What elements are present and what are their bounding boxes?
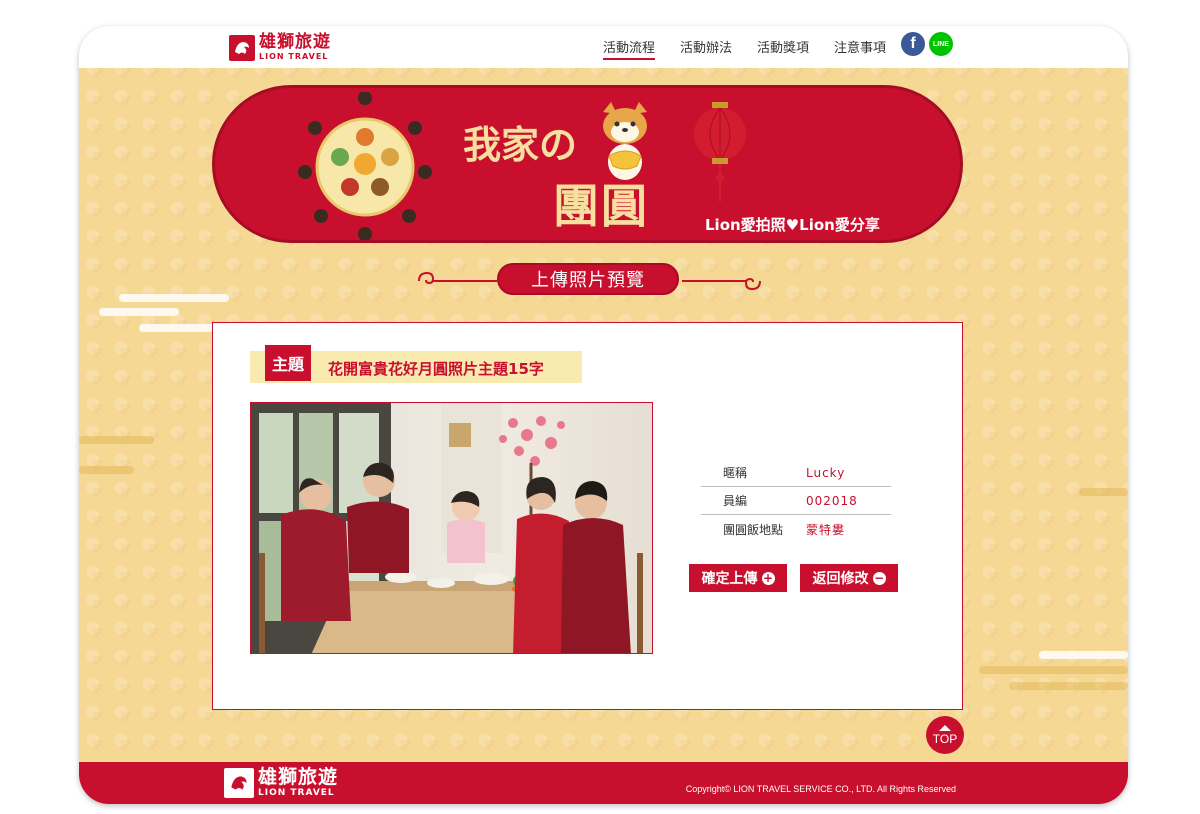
subject-bar: 主題 花開富貴花好月圓照片主題15字 xyxy=(250,345,582,383)
info-value: 002018 xyxy=(806,493,858,508)
cloud-decoration xyxy=(79,436,154,444)
preview-card: 主題 花開富貴花好月圓照片主題15字 暱稱 Lucky 員編 002018 團圓… xyxy=(212,322,963,710)
member-info-table: 暱稱 Lucky 員編 002018 團圓飯地點 蒙特婁 xyxy=(701,459,891,543)
confirm-upload-button[interactable]: 確定上傳 + xyxy=(689,564,787,592)
reunion-table-illustration xyxy=(298,92,432,240)
action-buttons: 確定上傳 + 返回修改 − xyxy=(689,564,898,592)
cloud-decoration xyxy=(99,308,179,316)
back-to-top-button[interactable]: TOP xyxy=(926,716,964,754)
info-row-employee-id: 員編 002018 xyxy=(701,487,891,515)
section-heading: 上傳照片預覽 xyxy=(417,263,762,299)
lion-logo-icon xyxy=(229,34,255,61)
info-label: 暱稱 xyxy=(723,466,748,480)
page-frame: 雄獅旅遊 LION TRAVEL 活動流程 活動辦法 活動獎項 注意事項 f L… xyxy=(79,26,1128,804)
nav-item-process[interactable]: 活動流程 xyxy=(602,37,655,60)
facebook-icon[interactable]: f xyxy=(901,32,925,56)
back-to-edit-label: 返回修改 xyxy=(812,571,869,587)
top-label: TOP xyxy=(932,731,958,746)
info-row-location: 團圓飯地點 蒙特婁 xyxy=(701,515,891,543)
footer: 雄獅旅遊 LION TRAVEL Copyright© LION TRAVEL … xyxy=(79,762,1128,804)
subject-tag: 主題 xyxy=(265,345,311,381)
family-dinner-photo xyxy=(251,403,643,653)
logo-chinese-text: 雄獅旅遊 xyxy=(258,766,339,788)
cloud-decoration xyxy=(1079,488,1128,496)
info-value: Lucky xyxy=(806,465,846,480)
footer-logo[interactable]: 雄獅旅遊 LION TRAVEL xyxy=(224,768,338,798)
lion-logo-icon xyxy=(224,768,254,798)
info-value: 蒙特婁 xyxy=(806,522,846,537)
minus-icon: − xyxy=(872,570,886,585)
nav-item-rules[interactable]: 活動辦法 xyxy=(680,37,732,60)
nav-item-prizes[interactable]: 活動獎項 xyxy=(757,37,809,60)
section-title: 上傳照片預覽 xyxy=(497,263,679,295)
cloud-decoration xyxy=(1009,682,1128,690)
arrow-up-icon xyxy=(939,724,951,731)
cloud-decoration xyxy=(79,466,134,474)
hero-banner: 我家の 團圓飯 Lion愛拍照♥Lion愛分享 xyxy=(212,85,963,243)
copyright-text: Copyright© LION TRAVEL SERVICE CO., LTD.… xyxy=(685,784,956,794)
top-navigation-bar: 雄獅旅遊 LION TRAVEL 活動流程 活動辦法 活動獎項 注意事項 f L… xyxy=(79,26,1128,68)
plus-icon: + xyxy=(761,570,775,585)
logo-chinese-text: 雄獅旅遊 xyxy=(259,32,331,52)
cloud-decoration xyxy=(119,294,229,302)
subject-text: 花開富貴花好月圓照片主題15字 xyxy=(328,360,544,378)
social-links: f LINE xyxy=(901,32,953,56)
lantern-icon xyxy=(694,102,746,202)
cloud-decoration xyxy=(979,666,1128,674)
info-row-nickname: 暱稱 Lucky xyxy=(701,459,891,487)
banner-slogan: Lion愛拍照♥Lion愛分享 xyxy=(705,216,880,234)
logo-english-text: LION TRAVEL xyxy=(258,788,335,798)
line-icon[interactable]: LINE xyxy=(929,32,953,56)
lion-travel-logo[interactable]: 雄獅旅遊 LION TRAVEL xyxy=(229,34,331,61)
cloud-decoration xyxy=(1039,651,1128,659)
back-to-edit-button[interactable]: 返回修改 − xyxy=(800,564,898,592)
uploaded-photo-preview xyxy=(250,402,653,654)
shiba-dog-illustration xyxy=(603,102,647,180)
banner-title-line1: 我家の xyxy=(463,122,578,167)
info-label: 員編 xyxy=(723,494,748,508)
logo-english-text: LION TRAVEL xyxy=(259,52,329,61)
info-label: 團圓飯地點 xyxy=(723,522,784,537)
nav-item-notes[interactable]: 注意事項 xyxy=(834,37,886,60)
confirm-upload-label: 確定上傳 xyxy=(701,571,758,587)
main-nav: 活動流程 活動辦法 活動獎項 注意事項 xyxy=(602,37,886,60)
